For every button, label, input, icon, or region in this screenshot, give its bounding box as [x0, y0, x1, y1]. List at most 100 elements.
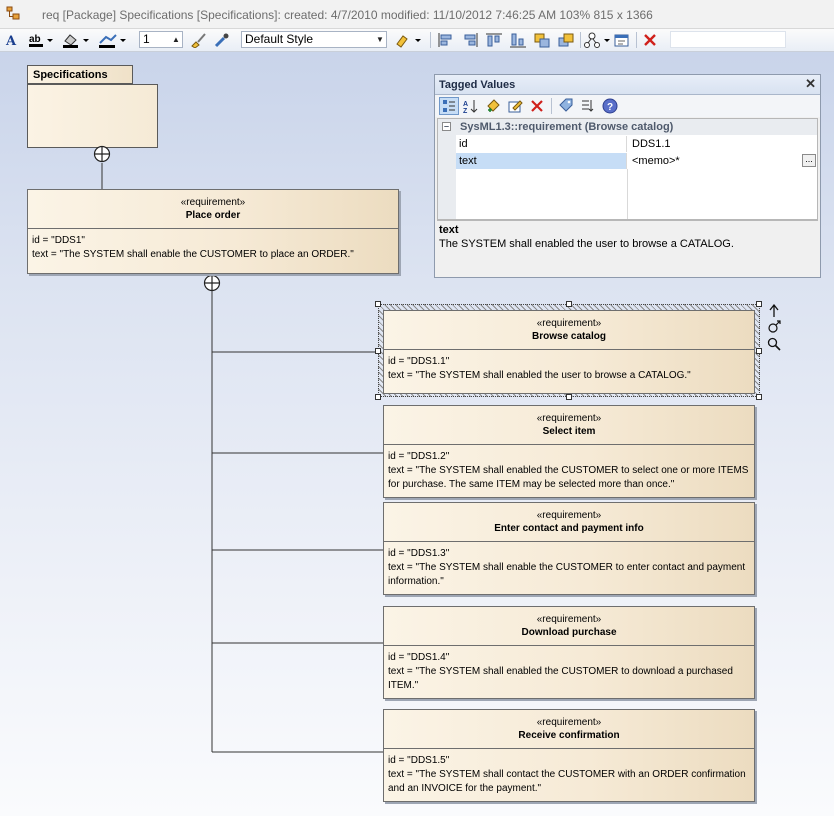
diagram-icon — [6, 6, 20, 20]
requirement-download-purchase[interactable]: «requirement» Download purchase id = "DD… — [383, 606, 755, 699]
package-body[interactable] — [27, 84, 158, 148]
requirement-receive-confirmation[interactable]: «requirement» Receive confirmation id = … — [383, 709, 755, 802]
svg-text:ab: ab — [29, 34, 41, 45]
requirement-header: «requirement» Download purchase — [384, 607, 754, 646]
resize-handle-ne[interactable] — [756, 301, 762, 307]
requirement-attributes: id = "DDS1.5" text = "The SYSTEM shall c… — [384, 749, 754, 796]
requirement-attributes: id = "DDS1.2" text = "The SYSTEM shall e… — [384, 445, 754, 492]
tagged-value-key: text — [456, 153, 627, 169]
zoom-icon[interactable] — [767, 337, 781, 351]
svg-text:?: ? — [607, 102, 613, 113]
move-arrow-icon[interactable] — [768, 304, 780, 318]
font-icon[interactable]: A — [4, 31, 20, 49]
tag-icon[interactable] — [557, 97, 575, 115]
requirement-header: «requirement» Enter contact and payment … — [384, 503, 754, 542]
bring-forward-icon[interactable] — [556, 31, 576, 49]
requirement-text: text = "The SYSTEM shall enable the CUST… — [32, 249, 354, 260]
tagged-value-row[interactable]: text <memo>* ... — [438, 153, 817, 169]
tagged-values-toolbar: AZ ? — [435, 95, 820, 117]
requirement-stereotype: «requirement» — [536, 717, 602, 728]
spinner-icon[interactable]: ▲ — [171, 32, 181, 47]
same-size-icon[interactable] — [532, 31, 552, 49]
resize-handle-n[interactable] — [566, 301, 572, 307]
requirement-id: id = "DDS1.3" — [388, 548, 450, 559]
tagged-values-title: Tagged Values — [439, 79, 516, 91]
requirement-name: Place order — [185, 210, 241, 221]
align-bottom-icon[interactable] — [508, 31, 528, 49]
tagged-values-titlebar[interactable]: Tagged Values ✕ — [435, 75, 820, 95]
toolbar-search-input[interactable] — [670, 31, 786, 48]
requirement-header: «requirement» Select item — [384, 406, 754, 445]
tagged-value-description: text The SYSTEM shall enabled the user t… — [437, 220, 818, 272]
toolbar-separator — [636, 32, 637, 48]
link-icon[interactable] — [767, 320, 781, 334]
resize-handle-e[interactable] — [756, 348, 762, 354]
svg-text:A: A — [5, 34, 17, 47]
tagged-value-key: id — [456, 136, 627, 152]
tagged-values-category[interactable]: – SysML1.3::requirement (Browse catalog) — [438, 119, 817, 135]
align-right-icon[interactable] — [460, 31, 480, 49]
align-left-icon[interactable] — [436, 31, 456, 49]
requirement-browse-catalog[interactable]: «requirement» Browse catalog id = "DDS1.… — [383, 310, 755, 394]
requirement-header: «requirement» Place order — [28, 190, 398, 229]
grid-divider — [627, 169, 628, 219]
fill-color-icon[interactable] — [62, 31, 90, 49]
delete-icon[interactable] — [640, 31, 660, 49]
resize-handle-se[interactable] — [756, 394, 762, 400]
requirement-id: id = "DDS1" — [32, 235, 85, 246]
window-title: req [Package] Specifications [Specificat… — [42, 8, 653, 22]
requirement-name: Select item — [542, 426, 596, 437]
categorized-view-icon[interactable] — [439, 97, 459, 115]
requirement-attributes: id = "DDS1.1" text = "The SYSTEM shall e… — [384, 350, 754, 383]
tagged-values-window[interactable]: Tagged Values ✕ AZ ? – SysML1.3::require… — [434, 74, 821, 278]
close-icon[interactable]: ✕ — [805, 76, 816, 92]
requirement-text: text = "The SYSTEM shall contact the CUS… — [388, 769, 746, 794]
filter-icon[interactable] — [579, 97, 597, 115]
requirement-id: id = "DDS1.1" — [388, 356, 450, 367]
style-select[interactable]: Default Style ▼ — [241, 31, 387, 48]
requirement-text: text = "The SYSTEM shall enabled the use… — [388, 370, 691, 381]
sort-az-icon[interactable]: AZ — [462, 97, 480, 115]
eyedropper-icon[interactable] — [212, 31, 232, 49]
edit-memo-button[interactable]: ... — [802, 154, 816, 167]
layout-icon[interactable] — [584, 31, 612, 49]
svg-text:Z: Z — [463, 108, 468, 114]
description-heading: text — [439, 224, 459, 236]
requirement-stereotype: «requirement» — [536, 614, 602, 625]
line-color-icon[interactable] — [98, 31, 128, 49]
tagged-values-grid: – SysML1.3::requirement (Browse catalog)… — [437, 118, 818, 220]
paintbrush-icon[interactable] — [188, 31, 208, 49]
collapse-icon[interactable]: – — [442, 122, 451, 131]
requirement-attributes: id = "DDS1.3" text = "The SYSTEM shall e… — [384, 542, 754, 589]
requirement-stereotype: «requirement» — [536, 413, 602, 424]
package-tab[interactable]: Specifications — [27, 65, 133, 84]
requirement-enter-contact[interactable]: «requirement» Enter contact and payment … — [383, 502, 755, 595]
requirement-name: Enter contact and payment info — [494, 523, 644, 534]
align-top-icon[interactable] — [484, 31, 504, 49]
highlighter-icon[interactable] — [394, 31, 424, 49]
properties-icon[interactable] — [612, 31, 632, 49]
resize-handle-s[interactable] — [566, 394, 572, 400]
requirement-header: «requirement» Browse catalog — [384, 311, 754, 350]
requirement-stereotype: «requirement» — [180, 197, 246, 208]
tagged-value-value[interactable]: <memo>* — [632, 153, 680, 169]
requirement-place-order[interactable]: «requirement» Place order id = "DDS1" te… — [27, 189, 399, 274]
resize-handle-nw[interactable] — [375, 301, 381, 307]
edit-tag-icon[interactable] — [506, 97, 524, 115]
resize-handle-sw[interactable] — [375, 394, 381, 400]
requirement-id: id = "DDS1.4" — [388, 652, 450, 663]
requirement-id: id = "DDS1.2" — [388, 451, 450, 462]
containment-icon — [203, 274, 221, 292]
resize-handle-w[interactable] — [375, 348, 381, 354]
tagged-value-row[interactable]: id DDS1.1 — [438, 136, 817, 152]
requirement-select-item[interactable]: «requirement» Select item id = "DDS1.2" … — [383, 405, 755, 498]
help-icon[interactable]: ? — [601, 97, 619, 115]
requirement-name: Receive confirmation — [518, 730, 620, 741]
line-width-input[interactable]: 1 ▲ — [139, 31, 183, 48]
font-color-icon[interactable]: ab — [28, 31, 54, 49]
delete-tag-icon[interactable] — [528, 97, 546, 115]
chevron-down-icon[interactable]: ▼ — [375, 32, 385, 47]
tagged-value-value[interactable]: DDS1.1 — [632, 136, 671, 152]
requirement-stereotype: «requirement» — [536, 510, 602, 521]
new-tag-icon[interactable] — [484, 97, 502, 115]
